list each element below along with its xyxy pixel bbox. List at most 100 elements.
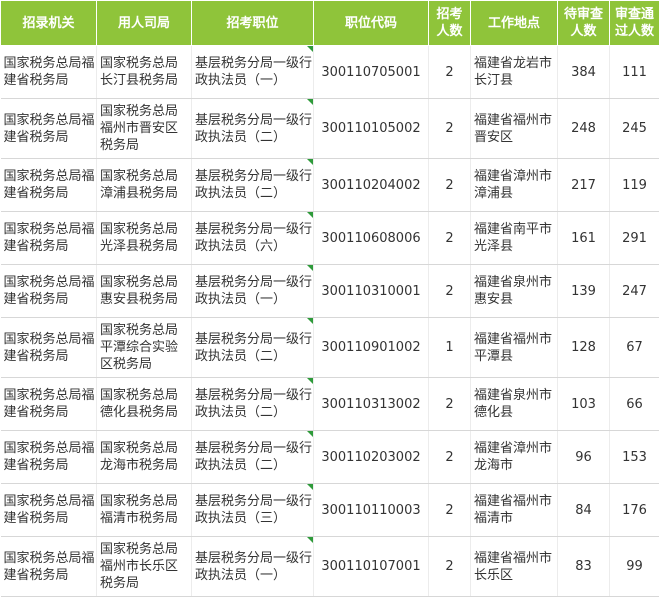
header-count: 招考人数 [429,1,471,46]
cell-position-text: 基层税务分局一级行政执法员（二） [195,169,312,201]
cell-agency-text: 国家税务总局福建省税务局 [4,441,95,473]
cell-passed: 153 [610,431,659,484]
cell-pending-text: 248 [571,121,596,136]
cell-agency: 国家税务总局福建省税务局 [1,212,97,265]
table-row: 国家税务总局福建省税务局国家税务总局福清市税务局基层税务分局一级行政执法员（三）… [1,484,659,537]
cell-count-text: 2 [445,121,453,136]
header-bureau: 用人司局 [97,1,192,46]
cell-bureau: 国家税务总局漳浦县税务局 [97,159,192,212]
cell-location: 福建省漳州市漳浦县 [471,159,558,212]
table-row: 国家税务总局福建省税务局国家税务总局德化县税务局基层税务分局一级行政执法员（二）… [1,378,659,431]
cell-code: 300110110003 [314,484,429,537]
header-row: 招录机关 用人司局 招考职位 职位代码 招考人数 工作地点 待审查人数 审查通过… [1,1,659,46]
cell-agency-text: 国家税务总局福建省税务局 [4,222,95,254]
cell-pending: 83 [558,537,610,597]
cell-agency: 国家税务总局福建省税务局 [1,265,97,318]
comment-marker-icon [307,537,313,543]
comment-marker-icon [307,46,313,52]
table-row: 国家税务总局福建省税务局国家税务总局龙海市税务局基层税务分局一级行政执法员（二）… [1,431,659,484]
cell-passed: 99 [610,537,659,597]
cell-passed: 66 [610,378,659,431]
cell-bureau: 国家税务总局福清市税务局 [97,484,192,537]
cell-count-text: 2 [445,231,453,246]
cell-agency: 国家税务总局福建省税务局 [1,431,97,484]
cell-pending: 161 [558,212,610,265]
cell-location: 福建省龙岩市长汀县 [471,46,558,99]
cell-count: 2 [429,159,471,212]
cell-passed-text: 245 [622,121,647,136]
cell-count-text: 2 [445,65,453,80]
cell-position-text: 基层税务分局一级行政执法员（一） [195,551,312,583]
comment-marker-icon [307,212,313,218]
cell-agency-text: 国家税务总局福建省税务局 [4,551,95,583]
cell-pending-text: 161 [571,231,596,246]
cell-code: 300110203002 [314,431,429,484]
cell-bureau: 国家税务总局福州市晋安区税务局 [97,99,192,159]
cell-bureau-text: 国家税务总局漳浦县税务局 [100,169,178,201]
cell-agency: 国家税务总局福建省税务局 [1,537,97,597]
cell-count-text: 2 [445,397,453,412]
cell-pending-text: 128 [571,340,596,355]
cell-count-text: 2 [445,450,453,465]
results-table: 招录机关 用人司局 招考职位 职位代码 招考人数 工作地点 待审查人数 审查通过… [0,0,659,597]
cell-location: 福建省福州市平潭县 [471,318,558,378]
cell-passed: 111 [610,46,659,99]
header-position: 招考职位 [192,1,314,46]
cell-passed-text: 247 [622,284,647,299]
cell-bureau-text: 国家税务总局德化县税务局 [100,388,178,420]
cell-code-text: 300110310001 [321,284,420,299]
cell-location-text: 福建省福州市长乐区 [474,551,552,583]
cell-passed-text: 291 [622,231,647,246]
cell-position: 基层税务分局一级行政执法员（一） [192,265,314,318]
cell-location-text: 福建省泉州市惠安县 [474,275,552,307]
cell-bureau-text: 国家税务总局惠安县税务局 [100,275,178,307]
cell-passed-text: 66 [626,397,643,412]
cell-location: 福建省福州市福清市 [471,484,558,537]
cell-count-text: 2 [445,503,453,518]
cell-location-text: 福建省泉州市德化县 [474,388,552,420]
cell-pending-text: 83 [575,559,592,574]
cell-bureau-text: 国家税务总局福清市税务局 [100,494,178,526]
cell-bureau-text: 国家税务总局平潭综合实验区税务局 [100,323,178,372]
cell-location-text: 福建省漳州市漳浦县 [474,169,552,201]
cell-agency-text: 国家税务总局福建省税务局 [4,113,95,145]
table-row: 国家税务总局福建省税务局国家税务总局长汀县税务局基层税务分局一级行政执法员（一）… [1,46,659,99]
cell-location: 福建省福州市长乐区 [471,537,558,597]
cell-bureau: 国家税务总局长汀县税务局 [97,46,192,99]
cell-location: 福建省泉州市德化县 [471,378,558,431]
cell-code: 300110310001 [314,265,429,318]
comment-marker-icon [307,99,313,105]
cell-pending-text: 139 [571,284,596,299]
cell-agency-text: 国家税务总局福建省税务局 [4,56,95,88]
cell-position: 基层税务分局一级行政执法员（六） [192,212,314,265]
cell-passed-text: 153 [622,450,647,465]
cell-code-text: 300110901002 [321,340,420,355]
cell-bureau: 国家税务总局平潭综合实验区税务局 [97,318,192,378]
cell-bureau: 国家税务总局福州市长乐区税务局 [97,537,192,597]
cell-count: 2 [429,265,471,318]
cell-pending: 248 [558,99,610,159]
cell-passed-text: 176 [622,503,647,518]
cell-pending-text: 84 [575,503,592,518]
header-passed: 审查通过人数 [610,1,659,46]
cell-code-text: 300110608006 [321,231,420,246]
cell-agency: 国家税务总局福建省税务局 [1,46,97,99]
cell-position: 基层税务分局一级行政执法员（二） [192,159,314,212]
cell-code-text: 300110203002 [321,450,420,465]
cell-position: 基层税务分局一级行政执法员（二） [192,318,314,378]
header-pending: 待审查人数 [558,1,610,46]
cell-pending: 128 [558,318,610,378]
cell-bureau-text: 国家税务总局龙海市税务局 [100,441,178,473]
table-row: 国家税务总局福建省税务局国家税务总局漳浦县税务局基层税务分局一级行政执法员（二）… [1,159,659,212]
cell-passed: 291 [610,212,659,265]
table-row: 国家税务总局福建省税务局国家税务总局光泽县税务局基层税务分局一级行政执法员（六）… [1,212,659,265]
cell-passed-text: 119 [622,178,647,193]
cell-count: 2 [429,212,471,265]
cell-passed: 245 [610,99,659,159]
cell-passed-text: 67 [626,340,643,355]
cell-bureau: 国家税务总局光泽县税务局 [97,212,192,265]
cell-location-text: 福建省福州市福清市 [474,494,552,526]
table-row: 国家税务总局福建省税务局国家税务总局平潭综合实验区税务局基层税务分局一级行政执法… [1,318,659,378]
cell-passed: 247 [610,265,659,318]
cell-position: 基层税务分局一级行政执法员（二） [192,99,314,159]
